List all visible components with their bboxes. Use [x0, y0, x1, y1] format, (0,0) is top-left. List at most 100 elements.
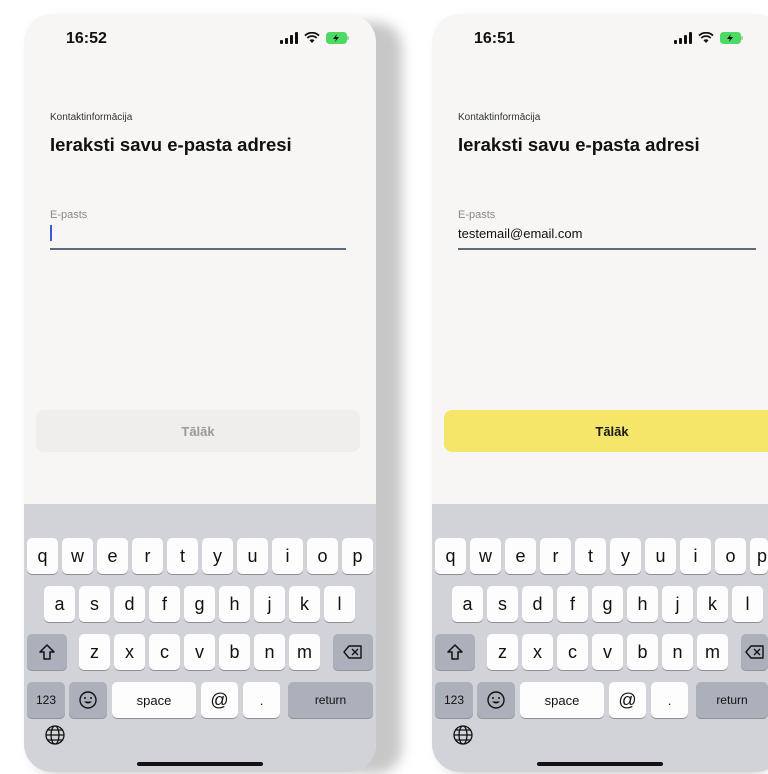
key[interactable]: i: [680, 538, 711, 574]
key[interactable]: m: [697, 634, 728, 670]
email-input-value: testemail@email.com: [458, 226, 583, 241]
key[interactable]: u: [645, 538, 676, 574]
page-title: Ieraksti savu e-pasta adresi: [458, 134, 700, 155]
key[interactable]: t: [167, 538, 198, 574]
key[interactable]: q: [435, 538, 466, 574]
key[interactable]: y: [202, 538, 233, 574]
backspace-icon: [745, 645, 764, 659]
email-input[interactable]: testemail@email.com: [458, 222, 756, 250]
key[interactable]: j: [254, 586, 285, 622]
wifi-icon: [304, 32, 320, 43]
key[interactable]: c: [149, 634, 180, 670]
key[interactable]: m: [289, 634, 320, 670]
keyboard-row-1: q w e r t y u i o p: [432, 538, 768, 574]
key[interactable]: n: [254, 634, 285, 670]
keyboard-row-4: 123 space @ . return: [432, 682, 768, 718]
key[interactable]: f: [149, 586, 180, 622]
dot-key[interactable]: .: [243, 682, 280, 718]
key[interactable]: d: [522, 586, 553, 622]
key[interactable]: e: [505, 538, 536, 574]
keyboard-row-1: q w e r t y u i o p: [24, 538, 376, 574]
key[interactable]: v: [184, 634, 215, 670]
key[interactable]: l: [324, 586, 355, 622]
key[interactable]: b: [627, 634, 658, 670]
key[interactable]: r: [540, 538, 571, 574]
key[interactable]: a: [452, 586, 483, 622]
key[interactable]: f: [557, 586, 588, 622]
space-key[interactable]: space: [112, 682, 196, 718]
return-key[interactable]: return: [696, 682, 768, 718]
at-key[interactable]: @: [201, 682, 238, 718]
key[interactable]: k: [289, 586, 320, 622]
globe-icon[interactable]: [44, 724, 66, 746]
key[interactable]: x: [522, 634, 553, 670]
key[interactable]: h: [627, 586, 658, 622]
email-field-label: E-pasts: [458, 209, 496, 221]
key[interactable]: y: [610, 538, 641, 574]
key[interactable]: u: [237, 538, 268, 574]
page-title: Ieraksti savu e-pasta adresi: [50, 134, 292, 155]
key[interactable]: g: [184, 586, 215, 622]
emoji-icon: [79, 691, 97, 709]
key[interactable]: s: [487, 586, 518, 622]
phone-screen-empty: 16:52 Kontaktinformācija Ieraksti savu e…: [24, 14, 376, 772]
home-indicator[interactable]: [137, 762, 263, 766]
key[interactable]: o: [715, 538, 746, 574]
on-screen-keyboard: q w e r t y u i o p a s d f g h j k l z: [24, 504, 376, 772]
key[interactable]: t: [575, 538, 606, 574]
key[interactable]: a: [44, 586, 75, 622]
backspace-icon: [343, 645, 362, 659]
key[interactable]: w: [470, 538, 501, 574]
status-icons: [674, 32, 744, 44]
next-button[interactable]: Tālāk: [444, 410, 768, 452]
emoji-key[interactable]: [477, 682, 515, 718]
shift-key[interactable]: [435, 634, 475, 670]
key[interactable]: z: [487, 634, 518, 670]
globe-icon[interactable]: [452, 724, 474, 746]
email-field-label: E-pasts: [50, 209, 88, 221]
key[interactable]: s: [79, 586, 110, 622]
cellular-signal-icon: [280, 32, 298, 44]
key[interactable]: l: [732, 586, 763, 622]
home-indicator[interactable]: [537, 762, 663, 766]
wifi-icon: [698, 32, 714, 43]
key[interactable]: d: [114, 586, 145, 622]
numbers-key[interactable]: 123: [27, 682, 65, 718]
dot-key[interactable]: .: [651, 682, 688, 718]
keyboard-row-3: z x c v b n m: [24, 634, 376, 670]
shift-icon: [447, 644, 463, 660]
key[interactable]: c: [557, 634, 588, 670]
keyboard-row-3: z x c v b n m: [432, 634, 768, 670]
emoji-key[interactable]: [69, 682, 107, 718]
key[interactable]: n: [662, 634, 693, 670]
battery-charging-icon: [720, 32, 743, 44]
next-button[interactable]: Tālāk: [36, 410, 360, 452]
shift-icon: [39, 644, 55, 660]
return-key[interactable]: return: [288, 682, 373, 718]
shift-key[interactable]: [27, 634, 67, 670]
key[interactable]: j: [662, 586, 693, 622]
key[interactable]: q: [27, 538, 58, 574]
backspace-key[interactable]: [741, 634, 768, 670]
key[interactable]: p: [342, 538, 373, 574]
at-key[interactable]: @: [609, 682, 646, 718]
key[interactable]: r: [132, 538, 163, 574]
numbers-key[interactable]: 123: [435, 682, 473, 718]
key[interactable]: p: [750, 538, 768, 574]
key[interactable]: i: [272, 538, 303, 574]
key[interactable]: x: [114, 634, 145, 670]
key[interactable]: h: [219, 586, 250, 622]
key[interactable]: k: [697, 586, 728, 622]
backspace-key[interactable]: [333, 634, 373, 670]
email-input[interactable]: [50, 222, 346, 250]
key[interactable]: o: [307, 538, 338, 574]
status-bar: 16:52: [24, 14, 376, 64]
key[interactable]: e: [97, 538, 128, 574]
key[interactable]: z: [79, 634, 110, 670]
key[interactable]: w: [62, 538, 93, 574]
key[interactable]: v: [592, 634, 623, 670]
key[interactable]: g: [592, 586, 623, 622]
space-key[interactable]: space: [520, 682, 604, 718]
on-screen-keyboard: q w e r t y u i o p a s d f g h j k l z: [432, 504, 768, 772]
key[interactable]: b: [219, 634, 250, 670]
